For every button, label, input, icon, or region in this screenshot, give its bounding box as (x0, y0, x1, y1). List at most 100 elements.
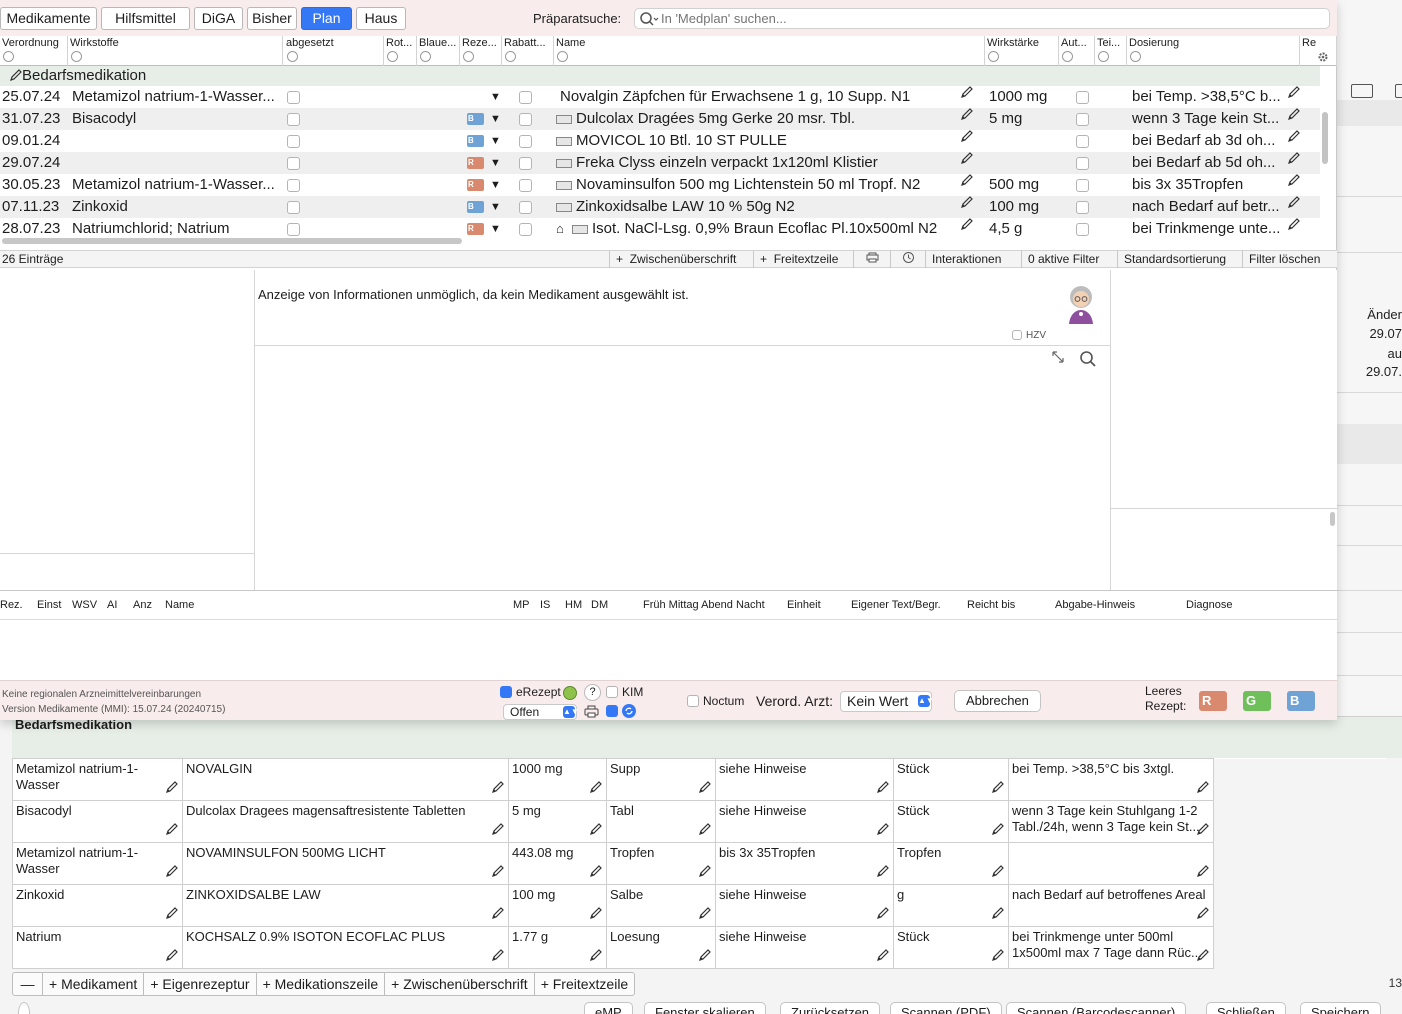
red-rx-icon[interactable]: R (467, 223, 484, 235)
edit-pencil-icon[interactable] (960, 150, 976, 172)
tab-medikamente[interactable]: Medikamente (0, 7, 97, 30)
print-button[interactable] (853, 251, 890, 268)
plan-form-cell[interactable]: Supp (606, 758, 716, 801)
plan-unit-cell[interactable]: Stück (893, 758, 1009, 801)
plan-strength-cell[interactable]: 1000 mg (508, 758, 607, 801)
edit-pencil-icon[interactable] (698, 948, 712, 966)
plan-ingredient-cell[interactable]: Metamizol natrium-1-Wasser (12, 758, 183, 801)
noctum-checkbox[interactable] (687, 695, 699, 707)
add-freetext-button[interactable]: + Freitextzeile (753, 251, 844, 268)
rabatt-checkbox[interactable] (519, 113, 532, 126)
rabatt-checkbox[interactable] (519, 223, 532, 236)
plan-unit-cell[interactable]: Tropfen (893, 842, 1009, 885)
add-medication-button[interactable]: + Medikament (43, 973, 145, 995)
sync-icon[interactable] (621, 703, 637, 719)
edit-pencil-icon[interactable] (9, 68, 23, 82)
edit-pencil-icon[interactable] (698, 864, 712, 882)
edit-pencil-icon[interactable] (1196, 822, 1210, 840)
filter-circle-icon[interactable] (420, 51, 431, 62)
plan-unit-cell[interactable]: Stück (893, 800, 1009, 843)
filter-circle-icon[interactable] (505, 51, 516, 62)
tab-hilfsmittel[interactable]: Hilfsmittel (101, 7, 190, 30)
edit-pencil-icon[interactable] (960, 216, 976, 236)
col-rot[interactable]: Rot... (384, 36, 417, 66)
rabatt-checkbox[interactable] (519, 179, 532, 192)
aut-idem-checkbox[interactable] (1076, 201, 1089, 214)
plan-trade-name-cell[interactable]: NOVAMINSULFON 500MG LICHT (182, 842, 509, 885)
reset-button[interactable]: Zurücksetzen (780, 1002, 881, 1014)
edit-pencil-icon[interactable] (491, 780, 505, 798)
edit-pencil-icon[interactable] (1287, 194, 1303, 216)
edit-pencil-icon[interactable] (1287, 128, 1303, 150)
medication-row[interactable]: 09.01.24 B ▼ MOVICOL 10 Btl. 10 ST PULLE bei… (0, 130, 1320, 152)
tab-plan[interactable]: Plan (301, 7, 352, 30)
edit-pencil-icon[interactable] (1196, 780, 1210, 798)
dropdown-triangle-icon[interactable]: ▼ (490, 86, 501, 108)
green-prescription-icon[interactable]: G (1243, 691, 1271, 711)
medication-row[interactable]: 28.07.23 Natriumchlorid; Natrium R ▼ ⌂ Isot. … (0, 218, 1320, 236)
clear-filter-button[interactable]: Filter löschen (1242, 251, 1326, 268)
plan-hint-cell[interactable]: wenn 3 Tage kein Stuhlgang 1-2 Tabl./24h… (1008, 800, 1214, 843)
edit-pencil-icon[interactable] (876, 864, 890, 882)
edit-pencil-icon[interactable] (165, 906, 179, 924)
col-abgesetzt[interactable]: abgesetzt (284, 36, 384, 66)
rabatt-checkbox[interactable] (519, 135, 532, 148)
edit-pencil-icon[interactable] (960, 172, 976, 194)
filter-circle-icon[interactable] (387, 51, 398, 62)
filter-circle-icon[interactable] (988, 51, 999, 62)
edit-pencil-icon[interactable] (165, 780, 179, 798)
plan-unit-cell[interactable]: Stück (893, 926, 1009, 969)
edit-pencil-icon[interactable] (491, 906, 505, 924)
plan-strength-cell[interactable]: 443.08 mg (508, 842, 607, 885)
horizontal-scrollbar[interactable] (2, 238, 462, 244)
edit-pencil-icon[interactable] (698, 822, 712, 840)
plan-trade-name-cell[interactable]: NOVALGIN (182, 758, 509, 801)
discontinued-checkbox[interactable] (287, 201, 300, 214)
edit-pencil-icon[interactable] (1196, 864, 1210, 882)
status-select[interactable]: Offen ▲▼ (503, 704, 579, 720)
edit-pencil-icon[interactable] (876, 948, 890, 966)
plan-form-cell[interactable]: Salbe (606, 884, 716, 927)
discontinued-checkbox[interactable] (287, 179, 300, 192)
hzv-checkbox[interactable]: HZV (1012, 330, 1046, 341)
col-aut[interactable]: Aut... (1059, 36, 1095, 66)
col-rabatt[interactable]: Rabatt... (502, 36, 554, 66)
edit-pencil-icon[interactable] (165, 822, 179, 840)
tab-diga[interactable]: DiGA (194, 7, 243, 30)
dropdown-triangle-icon[interactable]: ▼ (490, 130, 501, 152)
edit-pencil-icon[interactable] (991, 780, 1005, 798)
edit-pencil-icon[interactable] (876, 780, 890, 798)
edit-pencil-icon[interactable] (1287, 106, 1303, 128)
edit-pencil-icon[interactable] (991, 864, 1005, 882)
blue-rx-icon[interactable]: B (467, 201, 484, 213)
add-freetext-button[interactable]: + Freitextzeile (535, 973, 635, 995)
plan-form-cell[interactable]: Tropfen (606, 842, 716, 885)
scan-barcode-button[interactable]: Scannen (Barcodescanner) (1006, 1002, 1187, 1014)
filter-circle-icon[interactable] (557, 51, 568, 62)
info-icon[interactable] (18, 1002, 30, 1014)
discontinued-checkbox[interactable] (287, 91, 300, 104)
calendar-icon[interactable] (1351, 84, 1373, 98)
col-verordnung[interactable]: Verordnung (0, 36, 68, 66)
erezept-checkbox[interactable] (500, 686, 512, 698)
edit-pencil-icon[interactable] (165, 948, 179, 966)
edit-pencil-icon[interactable] (165, 864, 179, 882)
plan-form-cell[interactable]: Tabl (606, 800, 716, 843)
standard-sort-button[interactable]: Standardsortierung (1117, 251, 1232, 268)
filter-circle-icon[interactable] (463, 51, 474, 62)
edit-pencil-icon[interactable] (1287, 84, 1303, 106)
edit-pencil-icon[interactable] (589, 948, 603, 966)
red-rx-icon[interactable]: R (467, 179, 484, 191)
plan-ingredient-cell[interactable]: Metamizol natrium-1-Wasser (12, 842, 183, 885)
plan-hint-cell[interactable]: bei Trinkmenge unter 500ml 1x500ml max 7… (1008, 926, 1214, 969)
emp-button[interactable]: eMP (584, 1002, 633, 1014)
plan-row[interactable]: Metamizol natrium-1-Wasser NOVAMINSULFON … (12, 842, 1386, 885)
edit-pencil-icon[interactable] (491, 822, 505, 840)
print-checkbox[interactable] (606, 705, 618, 717)
add-subheading-button[interactable]: + Zwischenüberschrift (385, 973, 535, 995)
add-subheading-button[interactable]: + Zwischenüberschrift (609, 251, 742, 268)
medication-row[interactable]: 25.07.24 Metamizol natrium-1-Wasser... ▼ No… (0, 86, 1320, 108)
aut-idem-checkbox[interactable] (1076, 135, 1089, 148)
scan-pdf-button[interactable]: Scannen (PDF) (890, 1002, 1002, 1014)
edit-pencil-icon[interactable] (1287, 150, 1303, 172)
